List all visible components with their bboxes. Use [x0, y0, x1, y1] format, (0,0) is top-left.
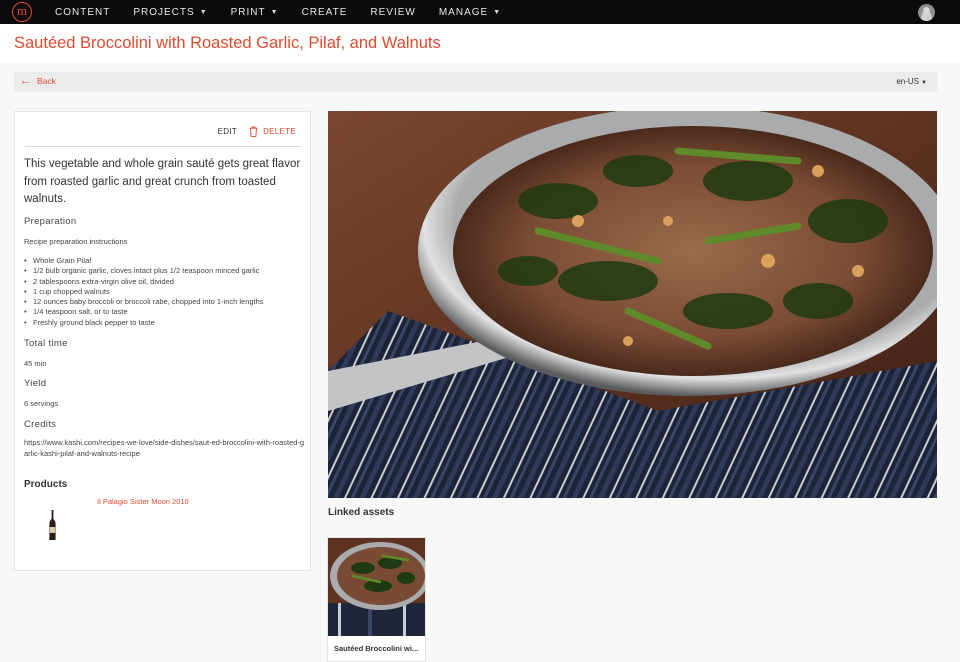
- list-item: 1/4 teaspoon salt, or to taste: [24, 307, 264, 318]
- recipe-hero-image[interactable]: [328, 111, 937, 498]
- preparation-text: Recipe preparation instructions: [24, 237, 128, 246]
- total-time-value: 45 min: [24, 359, 47, 368]
- recipe-description: This vegetable and whole grain sauté get…: [24, 158, 301, 205]
- wine-bottle-image[interactable]: [49, 510, 56, 540]
- nav-item-manage[interactable]: MANAGE ▼: [439, 7, 501, 18]
- arrow-left-icon: ←: [20, 75, 31, 87]
- back-label: Back: [37, 76, 56, 86]
- nav-item-create[interactable]: CREATE: [302, 7, 348, 18]
- linked-asset-card[interactable]: Sautéed Broccolini wi...: [327, 537, 426, 662]
- nav-item-projects[interactable]: PROJECTS ▼: [133, 7, 207, 18]
- delete-label: DELETE: [263, 127, 296, 136]
- preparation-heading: Preparation: [24, 216, 77, 227]
- divider: [25, 146, 301, 147]
- nav-item-print[interactable]: PRINT ▼: [231, 7, 279, 18]
- ingredient-list: Whole Grain Pilaf 1/2 bulb organic garli…: [24, 256, 264, 328]
- app-logo[interactable]: m: [12, 2, 32, 22]
- user-avatar[interactable]: [918, 4, 935, 21]
- nav-item-label: PRINT: [230, 6, 266, 18]
- linked-assets-heading: Linked assets: [328, 507, 395, 518]
- caret-down-icon: ▼: [199, 8, 208, 16]
- locale-label: en-US: [896, 77, 920, 86]
- list-item: 12 ounces baby broccoli or broccoli rabe…: [24, 297, 264, 308]
- top-navbar: m CONTENT PROJECTS ▼ PRINT ▼ CREATE REVI…: [0, 0, 960, 24]
- nav-item-content[interactable]: CONTENT: [55, 7, 110, 18]
- caret-down-icon: ▼: [921, 80, 927, 86]
- back-link[interactable]: ← Back: [20, 75, 56, 87]
- nav-item-review[interactable]: REVIEW: [370, 7, 415, 18]
- page-title: Sautéed Broccolini with Roasted Garlic, …: [14, 34, 441, 52]
- delete-button[interactable]: DELETE: [249, 126, 296, 137]
- yield-heading: Yield: [24, 378, 47, 389]
- asset-label: Sautéed Broccolini wi...: [334, 644, 419, 653]
- nav-item-label: MANAGE: [438, 6, 489, 18]
- list-item: Whole Grain Pilaf: [24, 256, 264, 267]
- title-bar: Sautéed Broccolini with Roasted Garlic, …: [0, 24, 960, 62]
- trash-icon: [249, 126, 258, 137]
- caret-down-icon: ▼: [493, 8, 502, 16]
- products-heading: Products: [24, 479, 68, 490]
- credits-heading: Credits: [24, 419, 57, 430]
- yield-value: 6 servings: [24, 399, 59, 408]
- nav-item-label: PROJECTS: [133, 6, 195, 18]
- asset-thumbnail[interactable]: [328, 538, 425, 636]
- nav-menu: CONTENT PROJECTS ▼ PRINT ▼ CREATE REVIEW…: [55, 0, 524, 24]
- breadcrumb-bar: ← Back en-US ▼: [14, 72, 937, 92]
- nav-item-label: CREATE: [301, 6, 348, 18]
- list-item: 1/2 bulb organic garlic, cloves intact p…: [24, 266, 264, 277]
- nav-item-label: CONTENT: [55, 6, 111, 18]
- edit-button[interactable]: EDIT: [218, 127, 237, 136]
- nav-item-label: REVIEW: [370, 6, 416, 18]
- card-actions: EDIT DELETE: [218, 126, 296, 137]
- product-link[interactable]: Il Palagio Sister Moon 2010: [97, 497, 189, 506]
- list-item: 2 tablespoons extra-virgin olive oil, di…: [24, 277, 264, 288]
- total-time-heading: Total time: [24, 338, 68, 349]
- recipe-details-card: EDIT DELETE This vegetable and whole gra…: [14, 111, 311, 571]
- caret-down-icon: ▼: [270, 8, 279, 16]
- locale-dropdown[interactable]: en-US ▼: [896, 77, 927, 86]
- list-item: Freshly ground black pepper to taste: [24, 318, 264, 329]
- list-item: 1 cup chopped walnuts: [24, 287, 264, 298]
- credits-url[interactable]: https://www.kashi.com/recipes-we-love/si…: [24, 438, 306, 459]
